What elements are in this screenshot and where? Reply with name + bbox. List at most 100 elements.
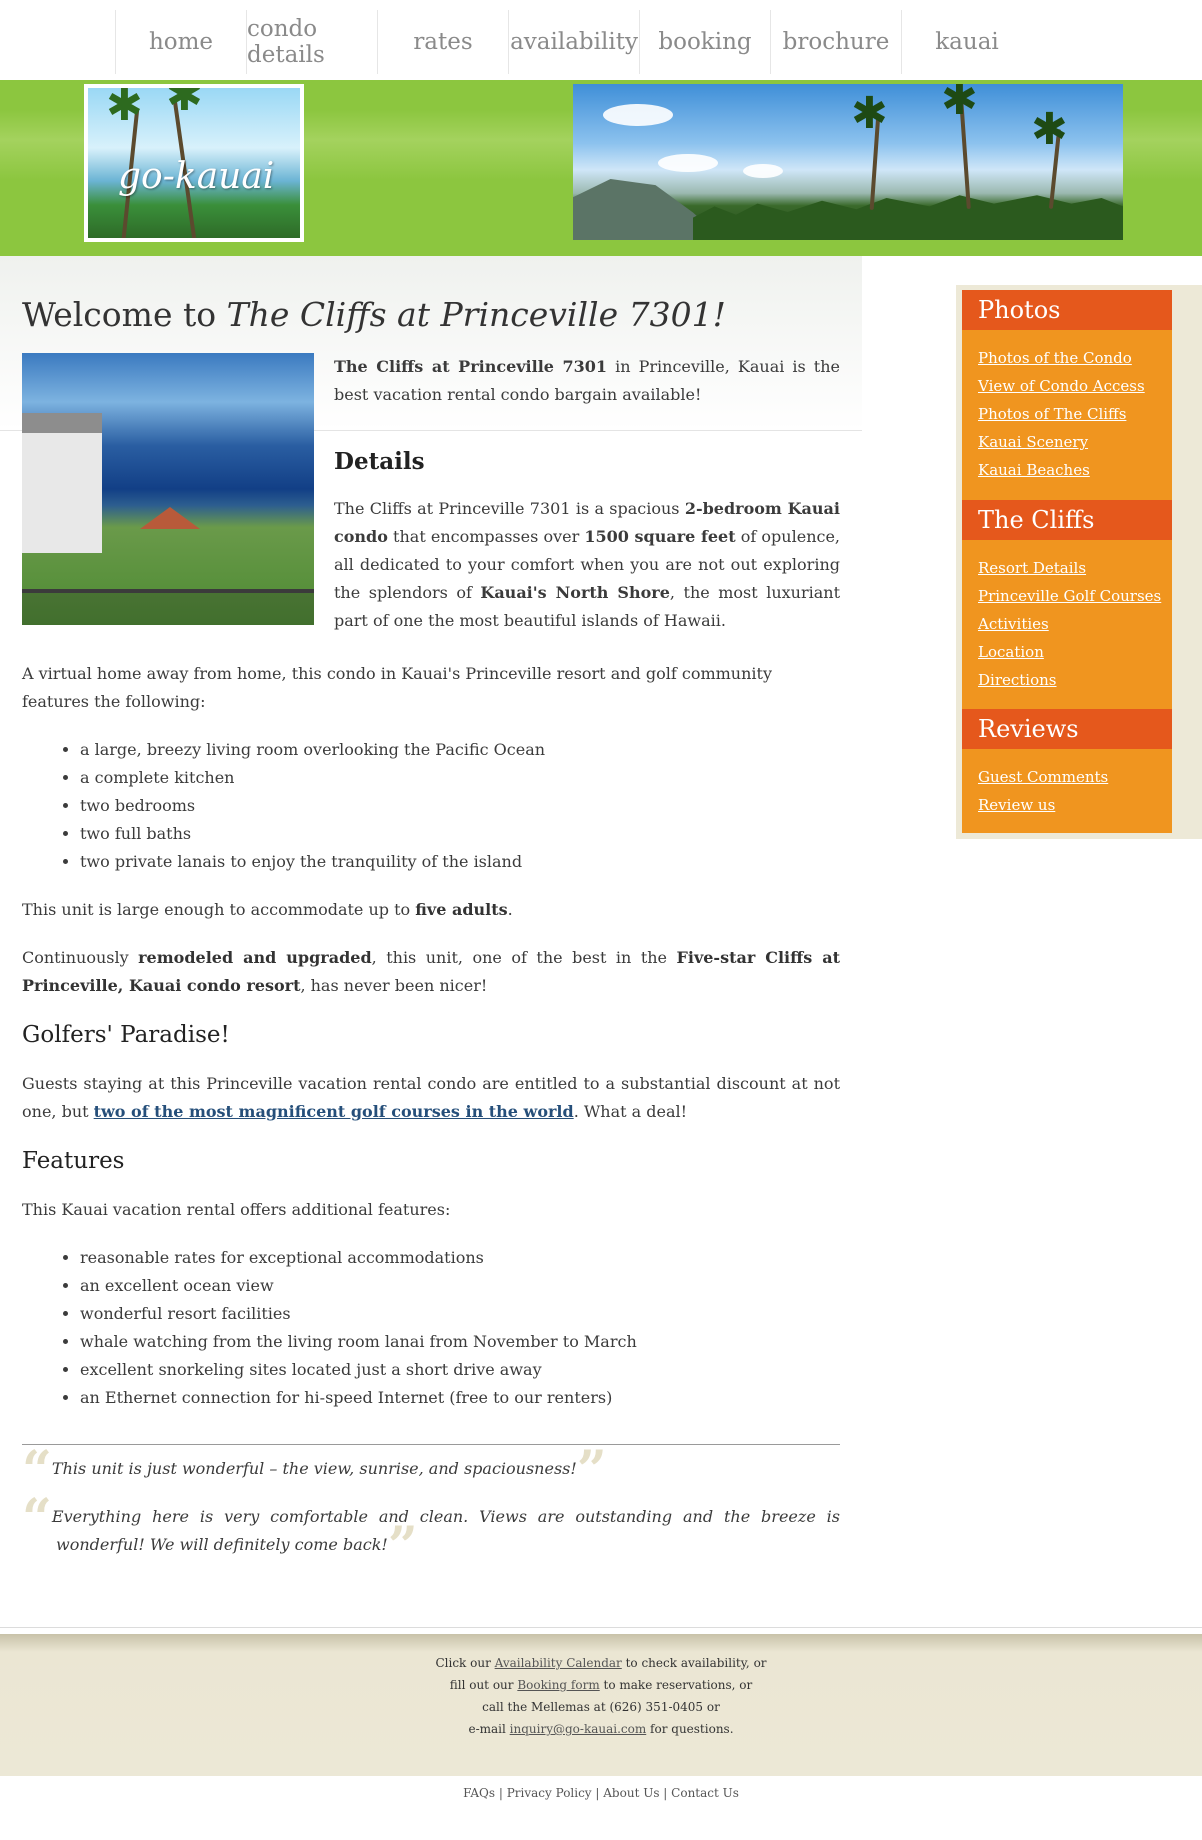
text: fill out our [449, 1678, 518, 1692]
separator: | [591, 1786, 604, 1800]
nav-home[interactable]: home [115, 10, 246, 74]
sidebar-link-activities[interactable]: Activities [962, 610, 1172, 638]
sidebar-link-guest-comments[interactable]: Guest Comments [962, 763, 1172, 791]
nav-brochure[interactable]: brochure [770, 10, 901, 74]
sidebar-link-kauai-scenery[interactable]: Kauai Scenery [962, 428, 1172, 456]
text: , this unit, one of the best in the [371, 948, 677, 967]
main-content: Welcome to The Cliffs at Princeville 730… [22, 290, 840, 1573]
palm-leaf-icon: ✱ [941, 84, 978, 125]
page-title-property: The Cliffs at Princeville 7301! [226, 295, 726, 334]
quote-text: This unit is just wonderful – the view, … [51, 1459, 577, 1478]
booking-form-link[interactable]: Booking form [517, 1678, 599, 1692]
building [22, 413, 102, 553]
top-navigation: home condo details rates availability bo… [0, 0, 1202, 80]
text: Continuously [22, 948, 139, 967]
footer: Click our Availability Calendar to check… [0, 1634, 1202, 1776]
sidebar-link-review-us[interactable]: Review us [962, 791, 1172, 819]
text: Click our [435, 1656, 495, 1670]
email-link[interactable]: inquiry@go-kauai.com [510, 1722, 647, 1736]
list-item: a complete kitchen [80, 764, 840, 792]
sidebar-link-location[interactable]: Location [962, 638, 1172, 666]
footer-line-1: Click our Availability Calendar to check… [0, 1652, 1202, 1674]
bold-text: Kauai's North Shore [480, 583, 670, 602]
sidebar-section-reviews: Reviews Guest Comments Review us [962, 709, 1172, 833]
separator: | [659, 1786, 672, 1800]
remodeled-paragraph: Continuously remodeled and upgraded, thi… [22, 944, 840, 1000]
sidebar-link-list: Photos of the Condo View of Condo Access… [962, 330, 1172, 492]
sidebar-heading: The Cliffs [962, 500, 1172, 540]
sidebar-link-directions[interactable]: Directions [962, 666, 1172, 694]
text: , has never been nicer! [300, 976, 488, 995]
sidebar-link-resort-details[interactable]: Resort Details [962, 554, 1172, 582]
sidebar-link-list: Guest Comments Review us [962, 749, 1172, 827]
intro-bold: The Cliffs at Princeville 7301 [334, 357, 608, 376]
features-list: reasonable rates for exceptional accommo… [80, 1244, 840, 1412]
faqs-link[interactable]: FAQs [463, 1786, 495, 1800]
tree-line [693, 195, 1123, 240]
text: This unit is large enough to accommodate… [22, 900, 416, 919]
sidebar-link-photos-condo[interactable]: Photos of the Condo [962, 344, 1172, 372]
nav-kauai[interactable]: kauai [901, 10, 1032, 74]
list-item: an excellent ocean view [80, 1272, 840, 1300]
text: The Cliffs at Princeville 7301 is a spac… [334, 499, 685, 518]
condo-ocean-view-photo [22, 353, 314, 625]
footer-line-4: e-mail inquiry@go-kauai.com for question… [0, 1718, 1202, 1740]
list-item: a large, breezy living room overlooking … [80, 736, 840, 764]
golf-courses-link[interactable]: two of the most magnificent golf courses… [94, 1102, 574, 1121]
header-banner-image: ✱ ✱ ✱ [573, 84, 1123, 240]
sidebar-heading: Photos [962, 290, 1172, 330]
testimonial-quote: “Everything here is very comfortable and… [22, 1493, 840, 1573]
text: to check availability, or [621, 1656, 767, 1670]
site-logo[interactable]: ✱ ✱ go-kauai [84, 84, 304, 242]
sidebar-link-golf-courses[interactable]: Princeville Golf Courses [962, 582, 1172, 610]
features-heading: Features [22, 1148, 125, 1174]
sidebar-heading: Reviews [962, 709, 1172, 749]
separator: | [495, 1786, 507, 1800]
list-item: an Ethernet connection for hi-speed Inte… [80, 1384, 840, 1412]
list-item: whale watching from the living room lana… [80, 1328, 840, 1356]
contact-us-link[interactable]: Contact Us [671, 1786, 739, 1800]
about-us-link[interactable]: About Us [603, 1786, 659, 1800]
bottom-links: FAQs | Privacy Policy | About Us | Conta… [0, 1776, 1202, 1840]
sidebar-link-kauai-beaches[interactable]: Kauai Beaches [962, 456, 1172, 484]
features-intro: This Kauai vacation rental offers additi… [22, 1200, 451, 1219]
sidebar-link-photos-cliffs[interactable]: Photos of The Cliffs [962, 400, 1172, 428]
list-item: reasonable rates for exceptional accommo… [80, 1244, 840, 1272]
nav-availability[interactable]: availability [508, 10, 639, 74]
cloud [603, 104, 673, 126]
privacy-policy-link[interactable]: Privacy Policy [507, 1786, 592, 1800]
sidebar: Photos Photos of the Condo View of Condo… [956, 285, 1202, 839]
availability-calendar-link[interactable]: Availability Calendar [495, 1656, 622, 1670]
text: to make reservations, or [599, 1678, 753, 1692]
close-quote-icon: ” [576, 1440, 607, 1501]
gazebo-roof [140, 507, 200, 529]
palm-leaf-icon: ✱ [106, 84, 143, 131]
logo-text: go-kauai [118, 156, 275, 197]
sidebar-section-photos: Photos Photos of the Condo View of Condo… [962, 290, 1172, 500]
nav-booking[interactable]: booking [639, 10, 770, 74]
bold-text: 1500 square feet [584, 527, 736, 546]
palm-leaf-icon: ✱ [1031, 104, 1068, 155]
close-quote-icon: ” [387, 1516, 418, 1577]
sidebar-link-list: Resort Details Princeville Golf Courses … [962, 540, 1172, 702]
text: . What a deal! [573, 1102, 688, 1121]
text: . [507, 900, 513, 919]
footer-divider [0, 1627, 1202, 1628]
virtual-home-paragraph: A virtual home away from home, this cond… [22, 664, 772, 711]
sidebar-link-condo-access[interactable]: View of Condo Access [962, 372, 1172, 400]
content-flow: A virtual home away from home, this cond… [22, 660, 840, 1579]
footer-line-3: call the Mellemas at (626) 351-0405 or [482, 1700, 720, 1714]
accommodate-paragraph: This unit is large enough to accommodate… [22, 896, 840, 924]
details-paragraph: The Cliffs at Princeville 7301 is a spac… [334, 495, 840, 635]
bold-text: five adults [415, 900, 508, 919]
divider [22, 1444, 840, 1445]
testimonial-quote: “This unit is just wonderful – the view,… [22, 1445, 840, 1497]
details-heading: Details [334, 448, 425, 475]
page-title-prefix: Welcome to [22, 295, 227, 334]
open-quote-icon: “ [22, 1488, 52, 1549]
nav-rates[interactable]: rates [377, 10, 508, 74]
cloud [658, 154, 718, 172]
nav-condo-details[interactable]: condo details [246, 10, 377, 74]
amenities-list: a large, breezy living room overlooking … [80, 736, 840, 876]
text: for questions. [646, 1722, 734, 1736]
